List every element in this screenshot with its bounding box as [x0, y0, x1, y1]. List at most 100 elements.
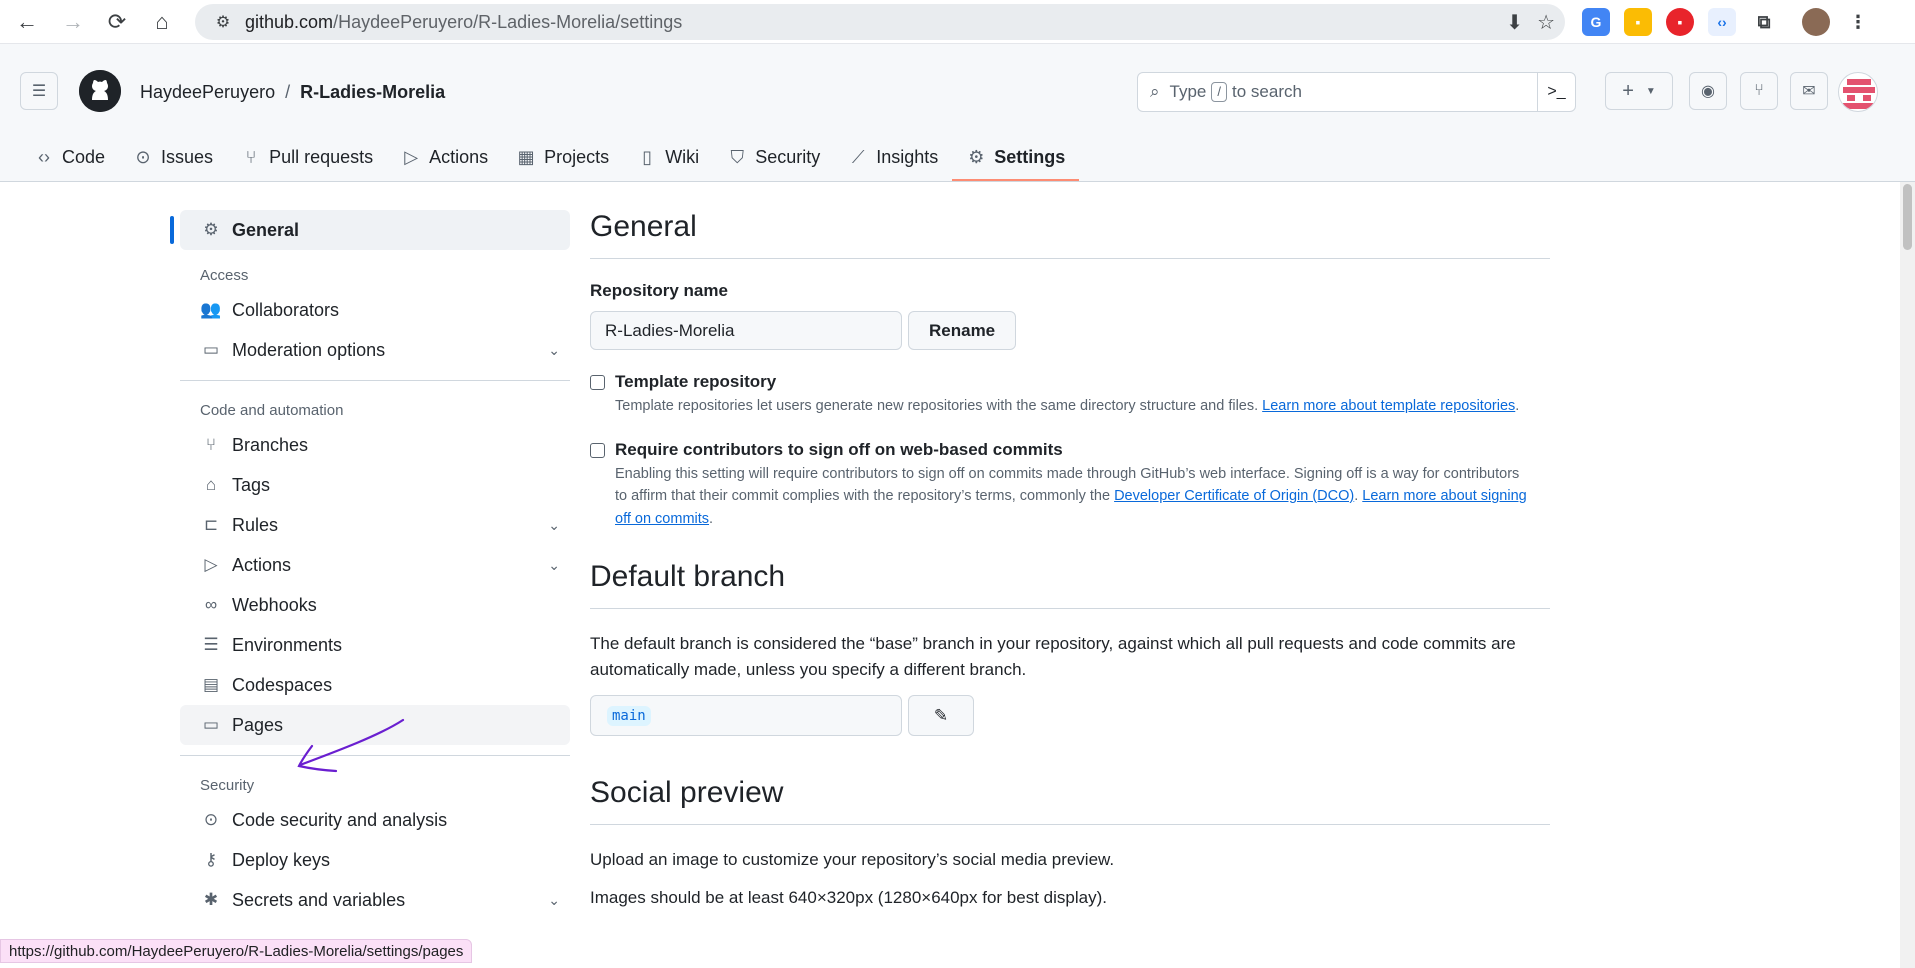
play-icon: ▷: [404, 146, 419, 167]
forward-icon[interactable]: →: [55, 4, 91, 40]
edit-default-branch-button[interactable]: ✎: [908, 695, 974, 736]
signoff-desc: Enabling this setting will require contr…: [615, 465, 1527, 527]
site-info-icon[interactable]: ⚙: [205, 12, 241, 32]
command-palette-icon[interactable]: >_: [1537, 73, 1575, 111]
adblock-extension-icon[interactable]: ▪: [1666, 8, 1694, 36]
shield-icon: ⛉: [730, 146, 744, 167]
graph-icon: ⟋: [851, 146, 865, 167]
key-icon: ⚷: [204, 850, 218, 869]
hamburger-menu-icon[interactable]: ☰: [20, 72, 58, 110]
repo-header: ☰ HaydeePeruyero / R-Ladies-Morelia ⌕ Ty…: [0, 44, 1915, 182]
book-icon: ▯: [642, 146, 653, 167]
tab-settings[interactable]: ⚙ Settings: [952, 133, 1080, 181]
inbox-icon[interactable]: ✉: [1790, 72, 1828, 110]
sidebar-heading-code: Code and automation: [200, 402, 344, 419]
settings-sidebar: ⚙ General Access 👥 Collaborators ▭ Moderati…: [170, 210, 570, 920]
repo-name-input[interactable]: R-Ladies-Morelia: [590, 311, 902, 350]
sidebar-item-tags[interactable]: ⌂ Tags: [180, 465, 570, 505]
default-branch-field: main: [590, 695, 902, 736]
tab-security[interactable]: ⛉ Security: [713, 133, 834, 181]
template-repository-checkbox[interactable]: [590, 375, 605, 390]
breadcrumb: HaydeePeruyero / R-Ladies-Morelia: [140, 82, 445, 103]
bookmark-star-icon[interactable]: ☆: [1537, 10, 1555, 35]
sidebar-item-label: Code security and analysis: [232, 809, 448, 830]
chevron-down-icon[interactable]: ⌄: [548, 342, 560, 359]
sidebar-item-label: Environments: [232, 634, 343, 655]
reload-icon[interactable]: ⟳: [99, 4, 135, 40]
settings-main: General Repository name R-Ladies-Morelia…: [590, 210, 1550, 923]
tab-label: Pull requests: [269, 146, 374, 167]
tab-actions[interactable]: ▷ Actions: [387, 133, 502, 181]
search-placeholder-suffix: to search: [1232, 82, 1302, 101]
tab-label: Issues: [161, 146, 214, 167]
back-icon[interactable]: ←: [9, 4, 45, 40]
chevron-down-icon[interactable]: ⌄: [548, 557, 560, 574]
sidebar-item-webhooks[interactable]: ∞ Webhooks: [180, 585, 570, 625]
user-avatar[interactable]: [1838, 72, 1878, 112]
url-text[interactable]: github.com/HaydeePeruyero/R-Ladies-Morel…: [245, 12, 682, 33]
sidebar-item-branches[interactable]: ⑂ Branches: [180, 425, 570, 465]
sidebar-item-general[interactable]: ⚙ General: [170, 210, 570, 250]
search-placeholder-prefix: Type: [1169, 82, 1207, 101]
keep-extension-icon[interactable]: ▪: [1624, 8, 1652, 36]
repo-link[interactable]: R-Ladies-Morelia: [300, 82, 445, 103]
sidebar-item-code-security[interactable]: ⊙ Code security and analysis: [180, 800, 570, 840]
tab-pull-requests[interactable]: ⑂ Pull requests: [227, 133, 387, 181]
sidebar-item-label: Actions: [232, 554, 292, 575]
sidebar-item-environments[interactable]: ☰ Environments: [180, 625, 570, 665]
plus-icon: +: [1622, 79, 1634, 102]
server-icon: ☰: [203, 635, 219, 654]
tab-issues[interactable]: ⊙ Issues: [119, 133, 227, 181]
sidebar-item-rules[interactable]: ⊏ Rules ⌄: [180, 505, 570, 545]
template-learn-more-link[interactable]: Learn more about template repositories: [1262, 398, 1515, 414]
rules-icon: ⊏: [203, 515, 219, 534]
sidebar-heading-access: Access: [200, 267, 249, 284]
page-scrollbar[interactable]: [1900, 182, 1915, 968]
install-app-icon[interactable]: ⬇: [1506, 10, 1523, 35]
status-bar-url: https://github.com/HaydeePeruyero/R-Ladi…: [0, 939, 473, 963]
chevron-down-icon[interactable]: ⌄: [548, 517, 560, 534]
github-logo-icon[interactable]: [79, 70, 121, 112]
tab-insights[interactable]: ⟋ Insights: [834, 133, 952, 181]
create-new-button[interactable]: + ▼: [1605, 72, 1673, 110]
sidebar-item-label: Secrets and variables: [232, 889, 406, 910]
scrollbar-thumb[interactable]: [1903, 184, 1912, 250]
tab-label: Wiki: [665, 146, 700, 167]
search-input[interactable]: ⌕ Type / to search >_: [1137, 72, 1576, 112]
sidebar-item-moderation[interactable]: ▭ Moderation options ⌄: [180, 330, 570, 370]
sidebar-item-actions[interactable]: ▷ Actions ⌄: [180, 545, 570, 585]
sidebar-item-deploy-keys[interactable]: ⚷ Deploy keys: [180, 840, 570, 880]
tab-code[interactable]: ‹› Code: [20, 133, 119, 181]
people-icon: 👥: [200, 300, 222, 319]
translate-extension-icon[interactable]: G: [1582, 8, 1610, 36]
signoff-checkbox[interactable]: [590, 442, 605, 458]
url-host: github.com: [245, 11, 334, 32]
sidebar-item-label: Deploy keys: [232, 849, 331, 870]
pencil-icon: ✎: [933, 705, 949, 725]
tab-wiki[interactable]: ▯ Wiki: [623, 133, 713, 181]
extensions-puzzle-icon[interactable]: ⧉: [1750, 8, 1778, 36]
sidebar-item-codespaces[interactable]: ▤ Codespaces: [180, 665, 570, 705]
sidebar-item-collaborators[interactable]: 👥 Collaborators: [180, 290, 570, 330]
address-bar[interactable]: ⚙ github.com/HaydeePeruyero/R-Ladies-Mor…: [195, 4, 1565, 40]
codescan-icon: ⊙: [203, 810, 219, 829]
pull-request-icon: ⑂: [245, 146, 257, 167]
pull-requests-icon[interactable]: ⑂: [1740, 72, 1778, 110]
tab-projects[interactable]: ▦ Projects: [502, 133, 623, 181]
template-repository-title: Template repository: [615, 372, 777, 391]
owner-link[interactable]: HaydeePeruyero: [140, 82, 275, 103]
tag-icon: ⌂: [205, 475, 217, 494]
dco-link[interactable]: Developer Certificate of Origin (DCO): [1114, 488, 1354, 504]
profile-avatar-icon[interactable]: [1802, 8, 1830, 36]
issues-icon[interactable]: ◉: [1689, 72, 1727, 110]
sidebar-item-label: Tags: [232, 474, 271, 495]
browser-menu-icon[interactable]: ⋮: [1844, 8, 1872, 36]
sidebar-item-label: Codespaces: [232, 674, 333, 695]
search-shortcut-key: /: [1211, 82, 1228, 102]
home-icon[interactable]: ⌂: [144, 4, 180, 40]
social-preview-title: Social preview: [590, 776, 1550, 825]
chevron-down-icon[interactable]: ⌄: [548, 892, 560, 909]
rename-button[interactable]: Rename: [908, 311, 1017, 350]
sidebar-item-secrets[interactable]: ✱ Secrets and variables ⌄: [180, 880, 570, 920]
code-extension-icon[interactable]: ‹›: [1708, 8, 1736, 36]
